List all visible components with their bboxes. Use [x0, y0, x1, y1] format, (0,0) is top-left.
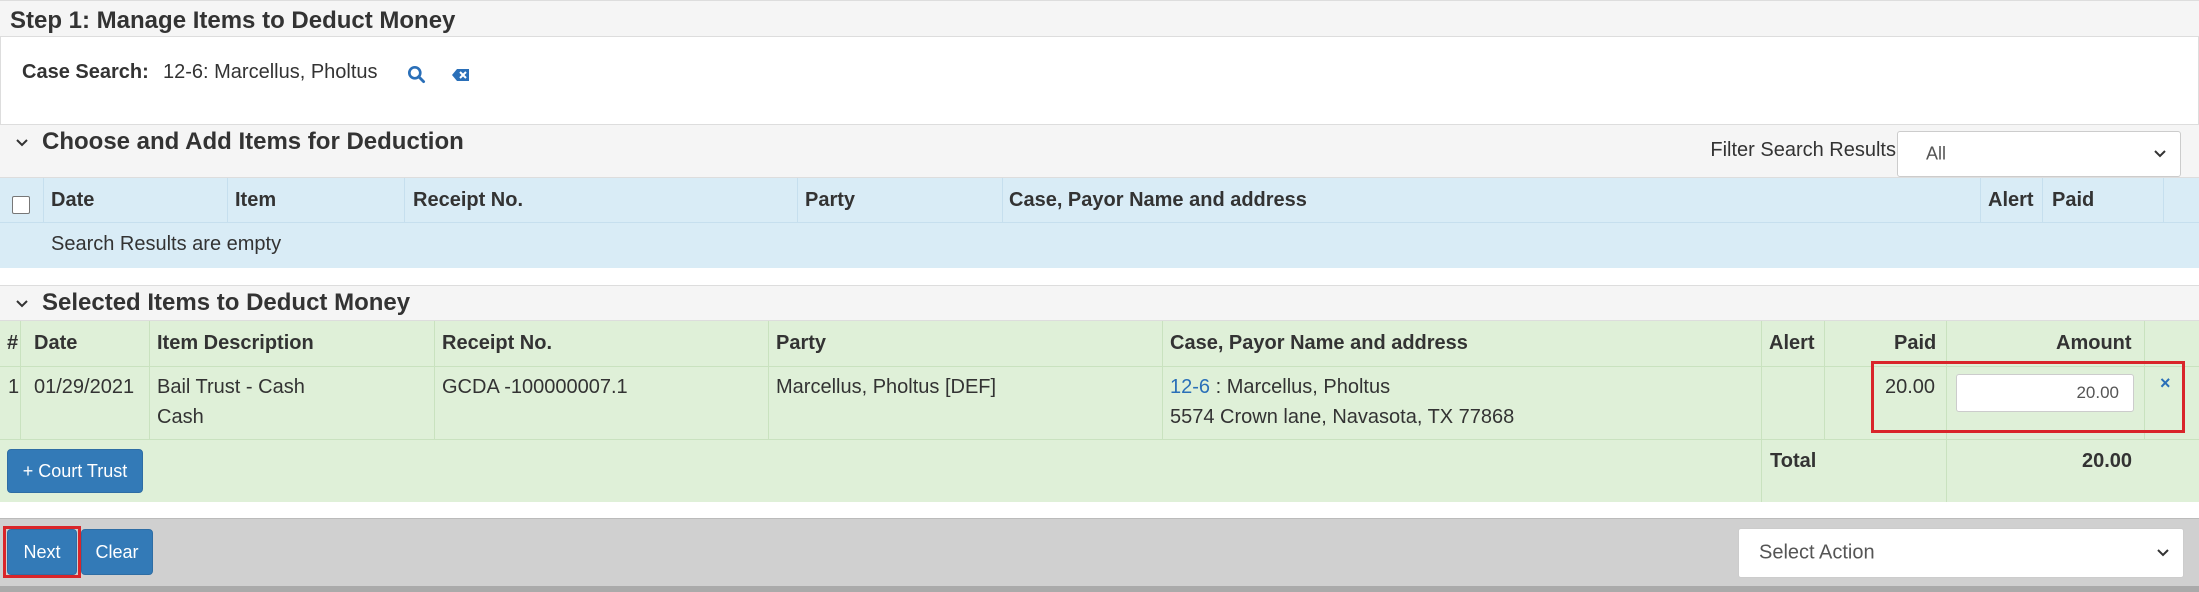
filter-label: Filter Search Results: [1710, 139, 1896, 161]
col-receipt: Receipt No.: [413, 189, 524, 211]
filter-select-value: All: [1926, 143, 1947, 164]
row-address: 5574 Crown lane, Navasota, TX 77868: [1170, 406, 1515, 428]
action-select-value: Select Action: [1759, 541, 1875, 564]
footer-bar: Next Clear Select Action: [0, 518, 2199, 586]
step-title: Step 1: Manage Items to Deduct Money: [10, 7, 456, 34]
col-item: Item: [235, 189, 277, 211]
highlight-box: [3, 526, 81, 578]
selected-section-title: Selected Items to Deduct Money: [42, 289, 411, 316]
col-alert: Alert: [1769, 332, 1815, 354]
row-date: 01/29/2021: [34, 376, 135, 398]
total-label: Total: [1770, 450, 1817, 472]
search-results-table: Date Item Receipt No. Party Case, Payor …: [0, 178, 2199, 268]
chevron-down-icon[interactable]: [14, 135, 30, 151]
case-search-area: Case Search: 12-6: Marcellus, Pholtus: [0, 37, 2199, 124]
col-case: Case, Payor Name and address: [1170, 332, 1468, 354]
col-number: #: [7, 332, 19, 354]
highlight-box: [1871, 361, 2185, 433]
col-case: Case, Payor Name and address: [1009, 189, 1307, 211]
chevron-down-icon[interactable]: [14, 296, 30, 312]
total-value: 20.00: [2082, 450, 2133, 472]
col-date: Date: [34, 332, 78, 354]
row-party: Marcellus, Pholtus [DEF]: [776, 376, 997, 398]
row-number: 1: [8, 376, 20, 398]
row-item-line2: Cash: [157, 406, 204, 428]
choose-section-header: Choose and Add Items for Deduction Filte…: [0, 124, 2199, 178]
payor-name: Marcellus, Pholtus: [1226, 376, 1391, 398]
court-trust-button[interactable]: + Court Trust: [7, 449, 143, 493]
backspace-icon[interactable]: [450, 64, 472, 86]
search-icon[interactable]: [406, 64, 428, 86]
case-link[interactable]: 12-6: [1170, 376, 1210, 398]
col-paid: Paid: [2052, 189, 2095, 211]
row-case: 12-6 : Marcellus, Pholtus: [1170, 372, 1390, 402]
case-separator: :: [1210, 376, 1227, 398]
page: Step 1: Manage Items to Deduct Money Cas…: [0, 0, 2199, 592]
col-alert: Alert: [1988, 189, 2034, 211]
row-item-line1: Bail Trust - Cash: [157, 376, 305, 398]
col-item-description: Item Description: [157, 332, 314, 354]
step-header: Step 1: Manage Items to Deduct Money: [0, 0, 2199, 37]
select-all-checkbox[interactable]: [12, 196, 30, 214]
chevron-down-icon: [2154, 150, 2166, 158]
clear-button[interactable]: Clear: [81, 529, 153, 575]
case-search-value: 12-6: Marcellus, Pholtus: [163, 61, 378, 83]
search-results-header: Date Item Receipt No. Party Case, Payor …: [0, 178, 2199, 223]
col-party: Party: [805, 189, 856, 211]
col-party: Party: [776, 332, 827, 354]
col-amount: Amount: [2056, 332, 2132, 354]
col-receipt: Receipt No.: [442, 332, 553, 354]
choose-section-title: Choose and Add Items for Deduction: [42, 128, 464, 155]
row-receipt: GCDA -100000007.1: [442, 376, 628, 398]
bottom-strip: [0, 586, 2199, 592]
filter-select[interactable]: All: [1897, 131, 2181, 177]
selected-items-table: # Date Item Description Receipt No. Part…: [0, 321, 2199, 502]
case-search-label: Case Search:: [22, 61, 149, 83]
empty-results-message: Search Results are empty: [51, 233, 282, 255]
col-paid: Paid: [1894, 332, 1937, 354]
selected-section-header: Selected Items to Deduct Money: [0, 285, 2199, 321]
chevron-down-icon: [2157, 549, 2169, 557]
action-select[interactable]: Select Action: [1738, 528, 2184, 578]
col-date: Date: [51, 189, 95, 211]
